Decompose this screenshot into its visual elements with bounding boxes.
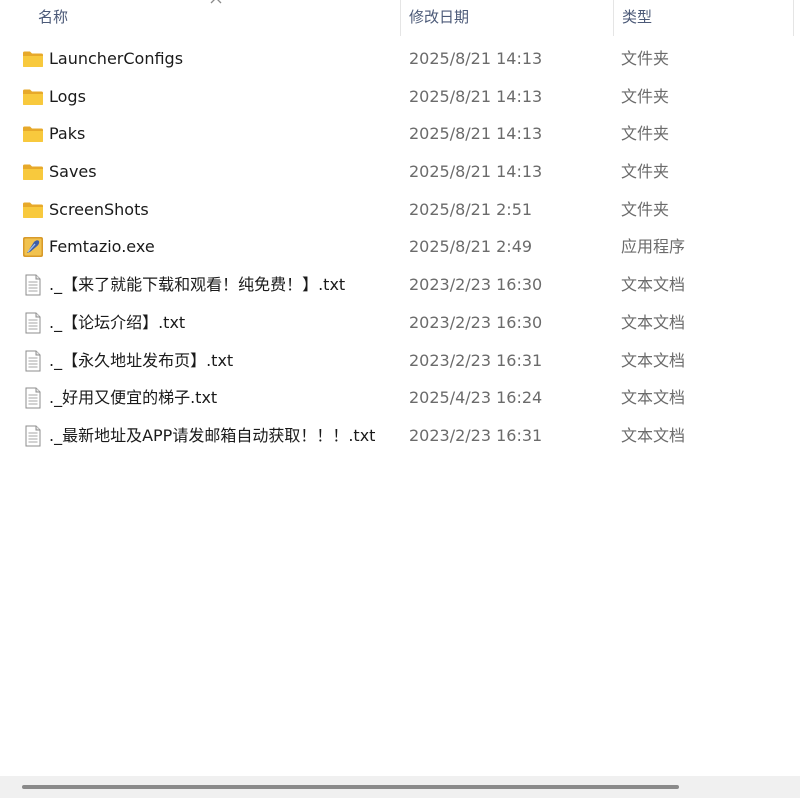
- column-divider[interactable]: [793, 0, 794, 36]
- file-name: Paks: [49, 124, 86, 144]
- file-type: 文件夹: [621, 162, 670, 182]
- folder-icon: [22, 162, 44, 182]
- folder-icon: [22, 124, 44, 144]
- text-file-icon: [22, 312, 44, 334]
- file-modified-date: 2023/2/23 16:30: [409, 275, 543, 295]
- file-type: 文本文档: [621, 350, 686, 370]
- file-type: 文本文档: [621, 312, 686, 332]
- file-type: 文件夹: [621, 49, 670, 68]
- file-type: 文本文档: [621, 425, 686, 445]
- column-header-bar: 名称 修改日期 类型: [0, 0, 800, 36]
- file-modified-date: 2025/8/21 14:13: [409, 49, 543, 68]
- file-name: LauncherConfigs: [49, 49, 184, 68]
- text-file-icon: [22, 350, 44, 372]
- file-modified-date: 2025/8/21 14:13: [409, 86, 543, 106]
- file-row[interactable]: Femtazio.exe 2025/8/21 2:49 应用程序: [0, 228, 800, 266]
- text-file-icon: [22, 274, 44, 296]
- file-row[interactable]: ._【来了就能下载和观看！纯免费！】.txt 2023/2/23 16:30 文…: [0, 266, 800, 304]
- file-row[interactable]: Paks 2025/8/21 14:13 文件夹: [0, 115, 800, 153]
- file-name: ._【论坛介绍】.txt: [49, 312, 186, 332]
- file-type: 文本文档: [621, 388, 686, 408]
- file-modified-date: 2025/4/23 16:24: [409, 388, 543, 408]
- scrollbar-thumb[interactable]: [22, 785, 679, 789]
- file-type: 文本文档: [621, 275, 686, 295]
- file-modified-date: 2025/8/21 14:13: [409, 162, 543, 182]
- file-name: Saves: [49, 162, 97, 182]
- folder-icon: [22, 49, 44, 69]
- app-icon: [22, 236, 44, 258]
- file-name: ._【永久地址发布页】.txt: [49, 350, 234, 370]
- text-file-icon: [22, 425, 44, 447]
- file-modified-date: 2025/8/21 2:51: [409, 199, 533, 219]
- file-name: Femtazio.exe: [49, 237, 155, 257]
- chevron-up-icon: [210, 0, 222, 4]
- file-row[interactable]: ._好用又便宜的梯子.txt 2025/4/23 16:24 文本文档: [0, 379, 800, 417]
- file-row[interactable]: ._最新地址及APP请发邮箱自动获取！！！.txt 2023/2/23 16:3…: [0, 417, 800, 455]
- folder-icon: [22, 87, 44, 107]
- horizontal-scrollbar[interactable]: [0, 776, 800, 798]
- file-type: 文件夹: [621, 124, 670, 144]
- file-list: LauncherConfigs 2025/8/21 14:13 文件夹 Logs…: [0, 40, 800, 455]
- file-name: ._【来了就能下载和观看！纯免费！】.txt: [49, 275, 346, 295]
- file-type: 应用程序: [621, 237, 686, 257]
- file-row[interactable]: ._【永久地址发布页】.txt 2023/2/23 16:31 文本文档: [0, 342, 800, 380]
- file-name: ._最新地址及APP请发邮箱自动获取！！！.txt: [49, 425, 376, 445]
- column-header-name[interactable]: 名称: [0, 0, 400, 36]
- file-modified-date: 2025/8/21 14:13: [409, 124, 543, 144]
- file-row[interactable]: Saves 2025/8/21 14:13 文件夹: [0, 153, 800, 191]
- file-name: Logs: [49, 86, 86, 106]
- text-file-icon: [22, 387, 44, 409]
- column-header-date[interactable]: 修改日期: [400, 0, 613, 36]
- file-row[interactable]: ._【论坛介绍】.txt 2023/2/23 16:30 文本文档: [0, 304, 800, 342]
- file-modified-date: 2025/8/21 2:49: [409, 237, 533, 257]
- file-modified-date: 2023/2/23 16:31: [409, 425, 543, 445]
- file-name: ._好用又便宜的梯子.txt: [49, 388, 218, 408]
- file-row[interactable]: ScreenShots 2025/8/21 2:51 文件夹: [0, 191, 800, 229]
- file-type: 文件夹: [621, 199, 670, 219]
- file-row[interactable]: LauncherConfigs 2025/8/21 14:13 文件夹: [0, 40, 800, 78]
- file-modified-date: 2023/2/23 16:30: [409, 312, 543, 332]
- file-explorer: 名称 修改日期 类型 LauncherConfigs 2025/8/21 14:…: [0, 0, 800, 798]
- file-type: 文件夹: [621, 86, 670, 106]
- column-header-type[interactable]: 类型: [613, 0, 793, 36]
- folder-icon: [22, 200, 44, 220]
- file-row[interactable]: Logs 2025/8/21 14:13 文件夹: [0, 78, 800, 116]
- file-name: ScreenShots: [49, 199, 149, 219]
- file-modified-date: 2023/2/23 16:31: [409, 350, 543, 370]
